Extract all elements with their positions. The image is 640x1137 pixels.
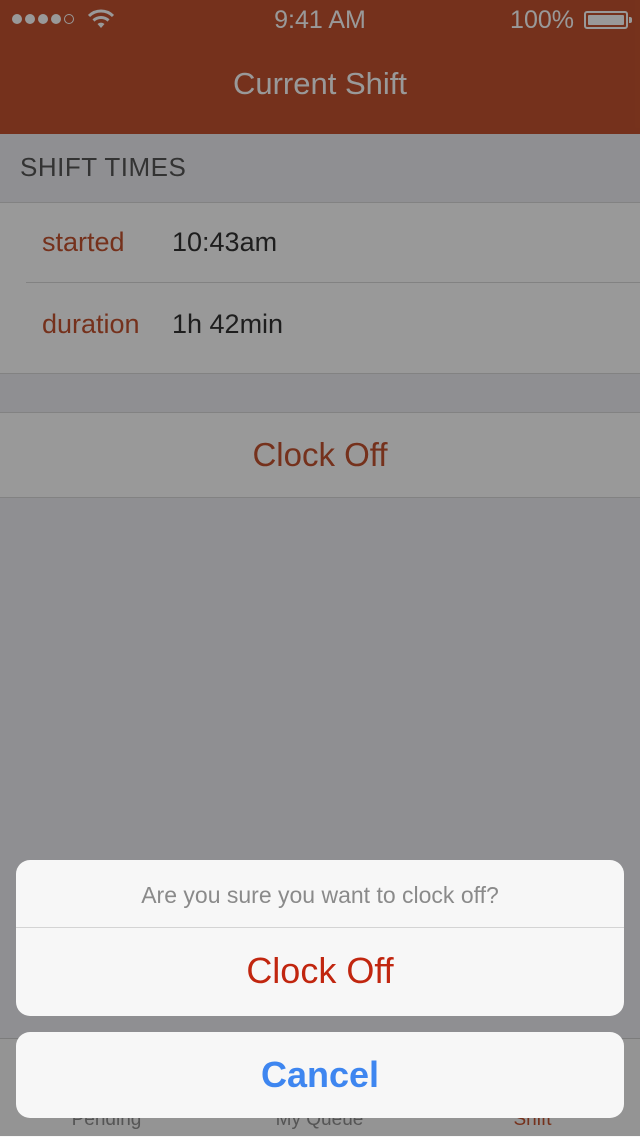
action-sheet-message: Are you sure you want to clock off? (16, 860, 624, 928)
confirm-clock-off-button[interactable]: Clock Off (16, 928, 624, 1016)
action-sheet: Are you sure you want to clock off? Cloc… (16, 860, 624, 1016)
cancel-button-label: Cancel (260, 1054, 380, 1095)
cancel-button[interactable]: Cancel (16, 1032, 624, 1118)
action-sheet-message-text: Are you sure you want to clock off? (141, 882, 499, 908)
confirm-clock-off-label: Clock Off (246, 950, 394, 991)
app-screen: 9:41 AM 100% Current Shift SHIFT TIMES s… (0, 0, 640, 1137)
